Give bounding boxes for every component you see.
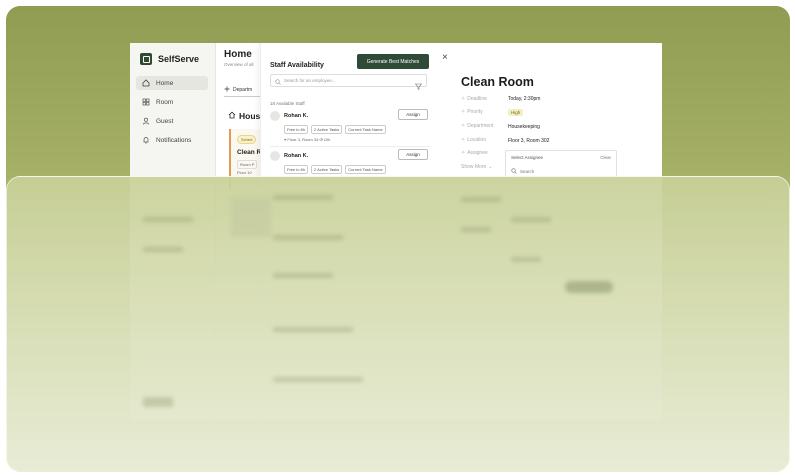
current-task-chip: Current Task Name <box>345 165 386 174</box>
clear-button[interactable]: Clear <box>600 155 611 160</box>
active-tasks-chip: 2 Active Tasks <box>311 165 343 174</box>
free-in-chip: Free in 8h <box>284 125 309 134</box>
task-card-location: Floor 10 <box>237 170 252 175</box>
assignee-search-placeholder: Search <box>520 169 535 174</box>
staff-name: Rohan K. <box>284 113 309 119</box>
house-icon <box>228 111 236 121</box>
sparkle-icon: ✧ <box>461 137 466 143</box>
bell-icon <box>142 136 150 144</box>
scheduled-badge: Sched <box>237 135 257 144</box>
task-detail-title: Clean Room <box>461 75 534 89</box>
sidebar-item-room[interactable]: Room <box>136 95 208 109</box>
sidebar-item-label: Notifications <box>156 136 192 144</box>
available-staff-count: 18 Available Staff <box>270 101 305 106</box>
sidebar-nav: Home Room Guest Notifications <box>136 76 208 152</box>
sidebar-item-guest[interactable]: Guest <box>136 114 208 128</box>
sparkle-icon: ✧ <box>461 109 466 115</box>
property-department-value: Housekeeping <box>508 124 540 130</box>
chevron-down-icon: ⌄ <box>488 164 493 170</box>
sparkle-icon: ✧ <box>461 150 466 156</box>
sidebar-item-label: Home <box>156 79 174 87</box>
section-heading-text: Housek <box>239 111 262 121</box>
user-icon <box>142 117 150 125</box>
blurred-content <box>131 177 663 421</box>
pin-icon: ⌖ <box>284 137 287 142</box>
avatar <box>270 151 280 161</box>
page-header: Home Overview of all <box>224 49 260 67</box>
property-assignee-label: ✧ Assignee <box>461 150 488 156</box>
property-deadline-label: ✧ Deadline <box>461 96 487 102</box>
department-filter-label: Departm <box>233 86 253 93</box>
sidebar-item-home[interactable]: Home <box>136 76 208 90</box>
priority-badge: High <box>508 109 524 116</box>
property-priority-label: ✧ Priority <box>461 109 483 115</box>
staff-chips: Free in 8h 2 Active Tasks Current Task N… <box>284 125 386 134</box>
department-filter[interactable]: Departm <box>224 83 260 97</box>
grid-icon <box>142 98 150 106</box>
sidebar-item-label: Room <box>156 98 174 106</box>
free-in-chip: Free in 8h <box>284 165 309 174</box>
brand: SelfServe <box>140 53 199 65</box>
property-location-value: Floor 3, Room 302 <box>508 138 550 144</box>
staff-eta: 10h <box>323 137 331 142</box>
assignee-search[interactable]: Search <box>511 168 534 175</box>
search-icon <box>511 168 517 175</box>
sidebar-item-notifications[interactable]: Notifications <box>136 133 208 147</box>
active-tasks-chip: 2 Active Tasks <box>311 125 343 134</box>
home-icon <box>142 79 150 87</box>
page-title: Home <box>224 49 252 60</box>
staff-location: ⌖ Floor 3, Room 34 ◷ 10h <box>284 137 330 142</box>
assign-button[interactable]: Assign <box>398 109 428 120</box>
brand-name: SelfServe <box>158 54 200 64</box>
generate-best-matches-button[interactable]: Generate Best Matches <box>357 54 429 69</box>
clock-icon: ◷ <box>319 137 323 142</box>
task-card-tag: Room P <box>237 160 258 169</box>
sidebar-item-label: Guest <box>156 117 174 125</box>
brand-logo-icon <box>140 53 152 65</box>
property-location-label: ✧ Location <box>461 137 487 143</box>
sparkle-icon: ✧ <box>461 96 466 102</box>
search-placeholder: Search for an employee... <box>284 78 336 83</box>
show-more-link[interactable]: Show More ⌄ <box>461 164 493 170</box>
section-heading: Housek <box>228 111 262 121</box>
assignee-dropdown-label: Select Assignee <box>511 155 544 160</box>
move-icon <box>224 86 230 94</box>
avatar <box>270 111 280 121</box>
staff-name: Rohan K. <box>284 153 309 159</box>
employee-search-input[interactable]: Search for an employee... <box>270 72 427 90</box>
divider <box>270 146 430 147</box>
assign-button[interactable]: Assign <box>398 149 428 160</box>
staff-location-text: Floor 3, Room 34 <box>287 137 319 142</box>
staff-chips: Free in 8h 2 Active Tasks Current Task N… <box>284 165 386 174</box>
close-icon[interactable]: × <box>442 53 448 63</box>
stage: SelfServe Home Room Guest Notifications … <box>0 0 795 475</box>
current-task-chip: Current Task Name <box>345 125 386 134</box>
page-subtitle: Overview of all <box>224 62 254 67</box>
search-icon <box>275 72 281 90</box>
filter-icon[interactable] <box>414 77 423 95</box>
frosted-overlay <box>6 176 790 472</box>
property-deadline-value: Today, 2:30pm <box>508 96 541 102</box>
property-department-label: ✧ Department <box>461 123 494 129</box>
sparkle-icon: ✧ <box>461 123 466 129</box>
staff-panel-title: Staff Availability <box>270 62 324 69</box>
